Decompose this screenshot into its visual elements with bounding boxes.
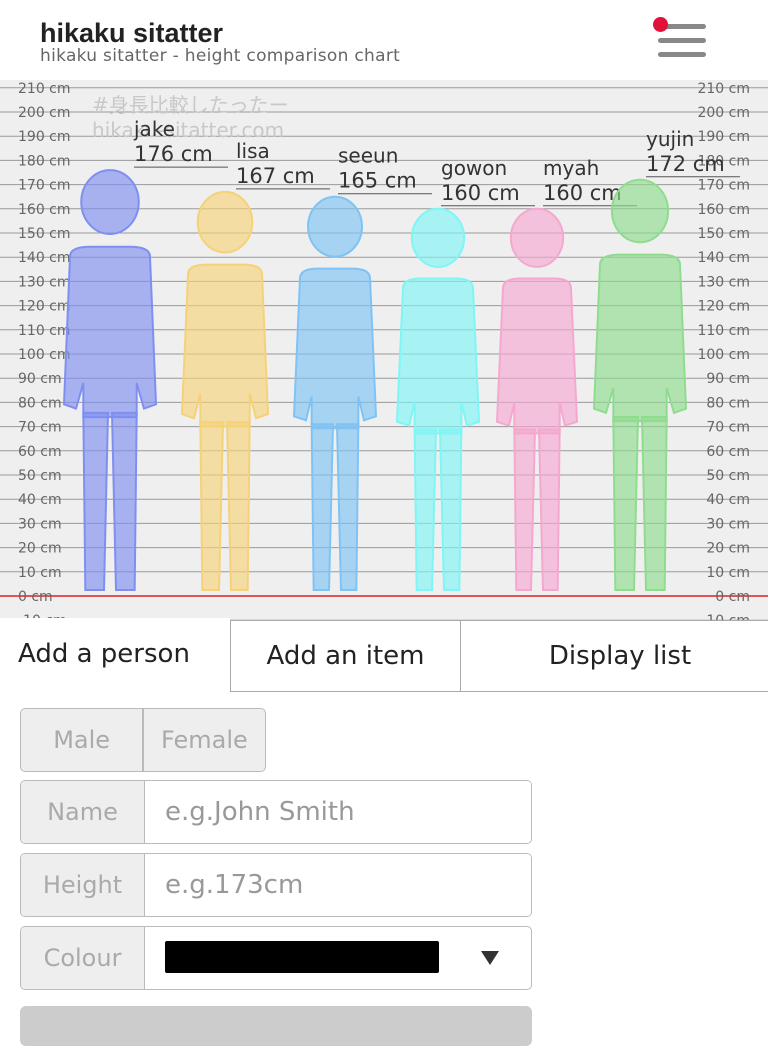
tick-label-left: 120 cm: [18, 299, 71, 315]
tab-display-list[interactable]: Display list: [460, 620, 768, 692]
tick-label-right: 0 cm: [715, 589, 750, 605]
tick-label-right: 60 cm: [706, 444, 750, 460]
tick-label-left: 30 cm: [18, 516, 62, 532]
tick-label-right: 210 cm: [697, 81, 750, 97]
tick-label-left: 80 cm: [18, 395, 62, 411]
chart-canvas: -10 cm-10 cm0 cm0 cm10 cm10 cm20 cm20 cm…: [0, 81, 768, 620]
tick-label-left: 150 cm: [18, 226, 71, 242]
app-title: hikaku sitatter: [40, 18, 224, 48]
person-height-myah: 160 cm: [543, 181, 622, 205]
tick-label-left: 160 cm: [18, 202, 71, 218]
person-figure-myah[interactable]: [495, 207, 579, 591]
tick-label-left: 180 cm: [18, 153, 71, 169]
tick-label-right: 190 cm: [697, 129, 750, 145]
person-height-gowon: 160 cm: [441, 181, 520, 205]
colour-field[interactable]: Colour: [20, 926, 532, 990]
tick-label-left: 130 cm: [18, 274, 71, 290]
person-name-myah: myah: [543, 156, 599, 180]
person-name-gowon: gowon: [441, 156, 507, 180]
tick-label-left: 10 cm: [18, 565, 62, 581]
tick-label-right: -10 cm: [701, 613, 750, 620]
name-input[interactable]: [145, 781, 531, 843]
gender-toggle: Male Female: [20, 708, 266, 772]
person-name-lisa: lisa: [236, 139, 270, 163]
person-name-yujin: yujin: [646, 127, 694, 151]
tick-label-right: 170 cm: [697, 178, 750, 194]
name-field: Name: [20, 780, 532, 844]
tick-label-left: 190 cm: [18, 129, 71, 145]
name-label: Name: [21, 781, 145, 843]
height-input[interactable]: [145, 854, 531, 916]
tick-label-left: 170 cm: [18, 178, 71, 194]
tick-label-right: 70 cm: [706, 420, 750, 436]
tick-label-left: 0 cm: [18, 589, 53, 605]
tick-label-right: 20 cm: [706, 541, 750, 557]
tick-label-left: 210 cm: [18, 81, 71, 97]
tick-label-right: 130 cm: [697, 274, 750, 290]
tab-add-person[interactable]: Add a person: [0, 618, 230, 690]
tick-label-left: 70 cm: [18, 420, 62, 436]
colour-swatch[interactable]: [165, 941, 439, 973]
tick-label-left: 100 cm: [18, 347, 71, 363]
tick-label-right: 150 cm: [697, 226, 750, 242]
tick-label-left: 50 cm: [18, 468, 62, 484]
tick-label-right: 160 cm: [697, 202, 750, 218]
person-figure-yujin[interactable]: [592, 178, 688, 591]
person-figure-seeun[interactable]: [292, 195, 378, 591]
colour-label: Colour: [21, 927, 145, 989]
tick-label-right: 40 cm: [706, 492, 750, 508]
person-height-jake: 176 cm: [134, 142, 213, 166]
person-figure-gowon[interactable]: [395, 207, 481, 591]
male-button[interactable]: Male: [21, 709, 142, 771]
hamburger-bar: [658, 38, 706, 43]
notification-dot: [653, 17, 668, 32]
height-label: Height: [21, 854, 145, 916]
person-name-jake: jake: [133, 117, 175, 141]
hamburger-menu-button[interactable]: [652, 16, 712, 64]
person-figure-lisa[interactable]: [180, 190, 270, 591]
tick-label-left: 90 cm: [18, 371, 62, 387]
tick-label-right: 30 cm: [706, 516, 750, 532]
tick-label-left: 20 cm: [18, 541, 62, 557]
tick-label-left: 200 cm: [18, 105, 71, 121]
person-height-lisa: 167 cm: [236, 164, 315, 188]
person-height-yujin: 172 cm: [646, 152, 725, 176]
person-name-seeun: seeun: [338, 144, 398, 168]
app-subtitle: hikaku sitatter - height comparison char…: [40, 46, 401, 66]
tick-label-right: 110 cm: [697, 323, 750, 339]
tick-label-right: 200 cm: [697, 105, 750, 121]
add-person-submit-button[interactable]: [20, 1006, 532, 1046]
hamburger-bar: [658, 52, 706, 57]
height-field: Height: [20, 853, 532, 917]
tick-label-right: 90 cm: [706, 371, 750, 387]
tab-bar: Add a person Add an item Display list: [0, 618, 768, 692]
tick-label-right: 120 cm: [697, 299, 750, 315]
tick-label-right: 100 cm: [697, 347, 750, 363]
person-height-seeun: 165 cm: [338, 169, 417, 193]
tab-add-item[interactable]: Add an item: [230, 620, 461, 692]
tick-label-right: 80 cm: [706, 395, 750, 411]
tick-label-left: 40 cm: [18, 492, 62, 508]
tick-label-right: 140 cm: [697, 250, 750, 266]
female-button[interactable]: Female: [144, 709, 265, 771]
tick-label-left: 110 cm: [18, 323, 71, 339]
height-comparison-chart: -10 cm-10 cm0 cm0 cm10 cm10 cm20 cm20 cm…: [0, 80, 768, 620]
tick-label-left: 140 cm: [18, 250, 71, 266]
tick-label-right: 50 cm: [706, 468, 750, 484]
app-header: hikaku sitatter hikaku sitatter - height…: [0, 0, 768, 80]
tick-label-right: 10 cm: [706, 565, 750, 581]
tick-label-left: 60 cm: [18, 444, 62, 460]
triangle-down-icon[interactable]: [481, 951, 499, 965]
watermark-text: #身長比較したったー: [92, 93, 289, 117]
